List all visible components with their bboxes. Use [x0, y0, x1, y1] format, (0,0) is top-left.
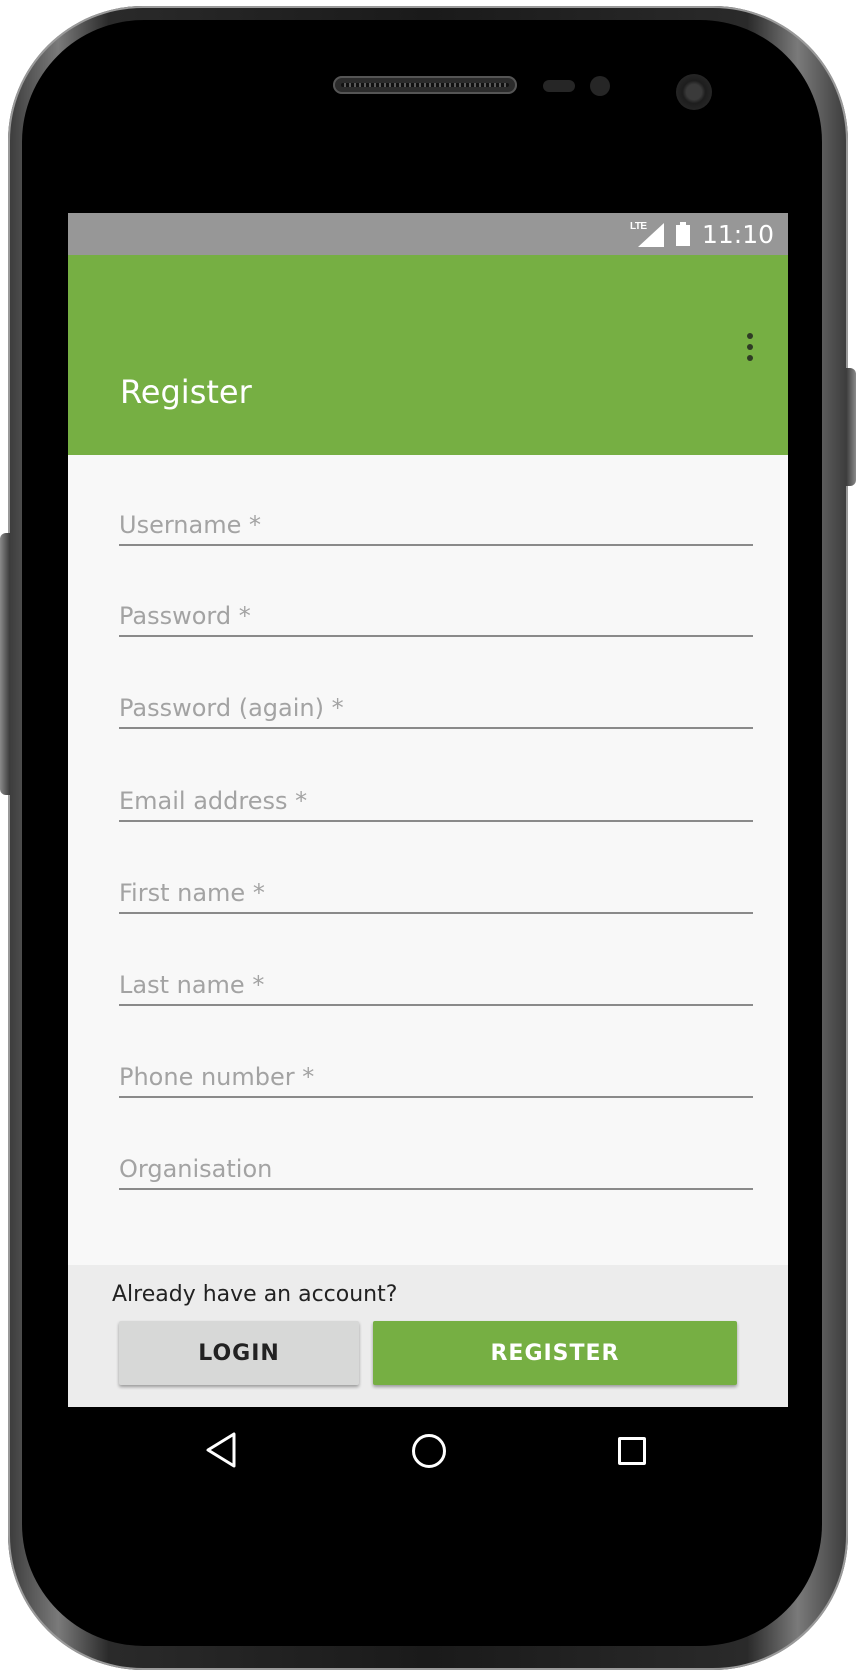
app-toolbar: Register	[68, 255, 788, 455]
power-button	[846, 368, 856, 486]
overflow-menu-icon[interactable]	[736, 327, 764, 367]
login-button[interactable]: LOGIN	[119, 1321, 359, 1385]
username-field	[119, 506, 753, 546]
light-sensor	[590, 76, 610, 96]
email-input[interactable]	[119, 782, 753, 822]
last-name-field	[119, 966, 753, 1006]
status-icons: LTE 11:10	[630, 219, 774, 249]
system-navigation-bar	[68, 1407, 788, 1493]
organisation-input[interactable]	[119, 1150, 753, 1190]
organisation-field	[119, 1150, 753, 1190]
earpiece-speaker	[333, 76, 517, 94]
battery-icon	[675, 222, 690, 246]
home-icon[interactable]	[406, 1428, 450, 1472]
volume-rocker	[0, 533, 10, 795]
already-have-account-text: Already have an account?	[112, 1282, 398, 1307]
registration-form	[68, 455, 788, 1265]
signal-strength-icon	[637, 223, 664, 247]
password-again-input[interactable]	[119, 689, 753, 729]
account-actions-panel: Already have an account? LOGIN REGISTER	[68, 1265, 788, 1407]
register-button[interactable]: REGISTER	[373, 1321, 737, 1385]
back-icon[interactable]	[202, 1428, 246, 1472]
status-bar: LTE 11:10	[68, 213, 788, 255]
last-name-input[interactable]	[119, 966, 753, 1006]
status-clock: 11:10	[701, 219, 774, 249]
page-title: Register	[120, 373, 252, 411]
proximity-sensor	[543, 80, 575, 92]
lte-signal-icon: LTE	[630, 221, 664, 247]
front-camera	[676, 74, 712, 110]
phone-number-field	[119, 1058, 753, 1098]
email-field	[119, 782, 753, 822]
password-input[interactable]	[119, 597, 753, 637]
password-again-field	[119, 689, 753, 729]
phone-number-input[interactable]	[119, 1058, 753, 1098]
app-screen: LTE 11:10 Register Username * Email addr…	[68, 213, 788, 1493]
recents-icon[interactable]	[609, 1428, 653, 1472]
username-input[interactable]	[119, 506, 753, 546]
first-name-input[interactable]	[119, 874, 753, 914]
password-field	[119, 597, 753, 637]
first-name-field	[119, 874, 753, 914]
